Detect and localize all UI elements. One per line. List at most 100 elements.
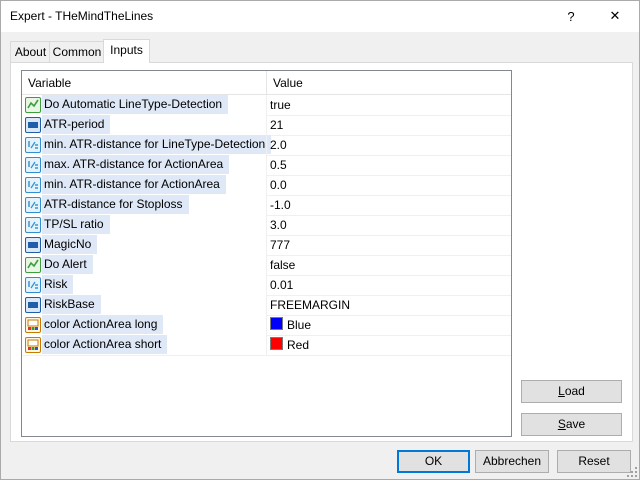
value-cell[interactable]: 0.0 — [267, 175, 513, 195]
help-icon: ? — [567, 8, 575, 24]
inputs-panel: Variable Value Do Automatic LineType-Det… — [10, 62, 633, 442]
variable-name: RiskBase — [42, 295, 101, 314]
table-row[interactable]: TP/SL ratio 3.0 — [22, 215, 511, 236]
variable-name: min. ATR-distance for ActionArea — [42, 175, 226, 194]
table-row[interactable]: max. ATR-distance for ActionArea 0.5 — [22, 155, 511, 176]
color-icon — [25, 317, 41, 333]
variable-name: MagicNo — [42, 235, 98, 254]
close-button[interactable]: ✕ — [600, 5, 630, 27]
variable-cell[interactable]: ATR-distance for Stoploss — [22, 195, 266, 215]
variable-name: Do Alert — [42, 255, 93, 274]
save-button[interactable]: Save — [521, 413, 622, 436]
value-cell[interactable]: Red — [267, 335, 513, 355]
variable-value: 3.0 — [270, 218, 287, 232]
column-header-variable[interactable]: Variable — [22, 71, 266, 94]
value-cell[interactable]: 0.5 — [267, 155, 513, 175]
save-mnemonic: S — [557, 417, 566, 431]
variable-cell[interactable]: ATR-period — [22, 115, 266, 135]
table-row[interactable]: ATR-distance for Stoploss -1.0 — [22, 195, 511, 216]
ok-button[interactable]: OK — [397, 450, 470, 473]
table-row[interactable]: MagicNo 777 — [22, 235, 511, 256]
value-cell[interactable]: Blue — [267, 315, 513, 335]
value-cell[interactable]: FREEMARGIN — [267, 295, 513, 315]
value-cell[interactable]: 777 — [267, 235, 513, 255]
tab-inputs-label: Inputs — [110, 43, 143, 57]
value-cell[interactable]: 0.01 — [267, 275, 513, 295]
expert-dialog: Expert - THeMindTheLines ? ✕ About Commo… — [0, 0, 640, 480]
load-label: oad — [564, 384, 585, 398]
window-title: Expert - THeMindTheLines — [10, 9, 154, 23]
int-icon — [25, 237, 41, 253]
variable-value: Red — [287, 338, 310, 352]
variable-name: Risk — [42, 275, 74, 294]
bool-icon — [25, 257, 41, 273]
cancel-button[interactable]: Abbrechen — [475, 450, 549, 473]
variable-value: 0.0 — [270, 178, 287, 192]
value-cell[interactable]: 3.0 — [267, 215, 513, 235]
double-icon — [25, 157, 41, 173]
table-row[interactable]: Do Automatic LineType-Detection true — [22, 95, 511, 116]
double-icon — [25, 197, 41, 213]
variable-value: 0.01 — [270, 278, 294, 292]
value-cell[interactable]: false — [267, 255, 513, 275]
column-header-value[interactable]: Value — [267, 71, 511, 94]
variable-name: max. ATR-distance for ActionArea — [42, 155, 230, 174]
load-button[interactable]: Load — [521, 380, 622, 403]
table-row[interactable]: min. ATR-distance for ActionArea 0.0 — [22, 175, 511, 196]
value-cell[interactable]: 21 — [267, 115, 513, 135]
color-icon — [25, 337, 41, 353]
table-row[interactable]: RiskBase FREEMARGIN — [22, 295, 511, 316]
variable-value: FREEMARGIN — [270, 298, 351, 312]
variable-value: 777 — [270, 238, 291, 252]
variable-cell[interactable]: MagicNo — [22, 235, 266, 255]
inputs-table: Variable Value Do Automatic LineType-Det… — [21, 70, 512, 437]
variable-name: Do Automatic LineType-Detection — [42, 95, 229, 114]
close-icon: ✕ — [609, 8, 621, 23]
save-label: ave — [565, 417, 586, 431]
value-cell[interactable]: 2.0 — [267, 135, 513, 155]
table-row[interactable]: Risk 0.01 — [22, 275, 511, 296]
variable-cell[interactable]: color ActionArea short — [22, 335, 266, 355]
tab-about-label: About — [14, 45, 47, 59]
variable-cell[interactable]: min. ATR-distance for ActionArea — [22, 175, 266, 195]
variable-cell[interactable]: max. ATR-distance for ActionArea — [22, 155, 266, 175]
variable-name: TP/SL ratio — [42, 215, 110, 234]
double-icon — [25, 177, 41, 193]
variable-cell[interactable]: color ActionArea long — [22, 315, 266, 335]
double-icon — [25, 137, 41, 153]
variable-cell[interactable]: RiskBase — [22, 295, 266, 315]
table-row[interactable]: color ActionArea long Blue — [22, 315, 511, 336]
variable-cell[interactable]: Do Alert — [22, 255, 266, 275]
table-row[interactable]: ATR-period 21 — [22, 115, 511, 136]
variable-value: -1.0 — [270, 198, 291, 212]
value-cell[interactable]: true — [267, 95, 513, 115]
variable-cell[interactable]: min. ATR-distance for LineType-Detection — [22, 135, 272, 155]
color-swatch — [270, 317, 283, 330]
double-icon — [25, 217, 41, 233]
variable-cell[interactable]: TP/SL ratio — [22, 215, 266, 235]
value-cell[interactable]: -1.0 — [267, 195, 513, 215]
variable-value: 2.0 — [270, 138, 287, 152]
color-swatch — [270, 337, 283, 350]
variable-value: false — [270, 258, 296, 272]
table-row[interactable]: min. ATR-distance for LineType-Detection… — [22, 135, 511, 156]
int-icon — [25, 297, 41, 313]
tab-common[interactable]: Common — [49, 41, 105, 63]
table-row[interactable]: Do Alert false — [22, 255, 511, 276]
variable-value: Blue — [287, 318, 312, 332]
int-icon — [25, 117, 41, 133]
variable-cell[interactable]: Risk — [22, 275, 266, 295]
title-bar: Expert - THeMindTheLines ? ✕ — [1, 1, 639, 32]
reset-button[interactable]: Reset — [557, 450, 631, 473]
table-row[interactable]: color ActionArea short Red — [22, 335, 511, 356]
variable-value: 0.5 — [270, 158, 287, 172]
tab-inputs[interactable]: Inputs — [103, 39, 150, 63]
variable-cell[interactable]: Do Automatic LineType-Detection — [22, 95, 266, 115]
variable-value: true — [270, 98, 291, 112]
variable-value: 21 — [270, 118, 284, 132]
tab-about[interactable]: About — [10, 41, 51, 63]
resize-grip-icon[interactable] — [627, 467, 637, 477]
bool-icon — [25, 97, 41, 113]
table-header: Variable Value — [22, 71, 511, 95]
help-button[interactable]: ? — [556, 5, 586, 27]
